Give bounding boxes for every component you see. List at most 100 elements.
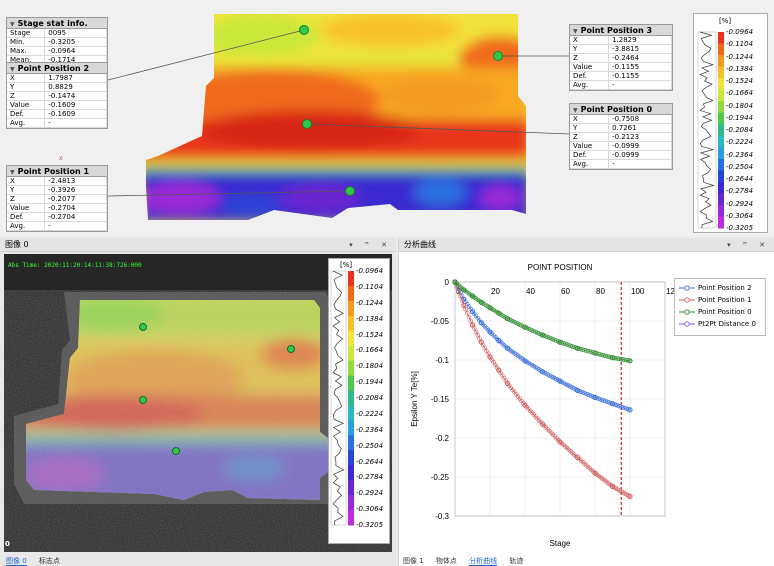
legend-entry[interactable]: Point Position 1 (679, 295, 752, 305)
table-row: Y 0.7261 (570, 123, 672, 133)
chart-title: POINT POSITION (528, 263, 593, 272)
table-row: Value -0.0999 (570, 141, 672, 151)
row-key: Avg. (7, 118, 46, 128)
legend-entry[interactable]: Pt2Pt Distance 0 (679, 319, 756, 329)
table-row: X -0.7508 (570, 115, 672, 124)
row-value: -0.1155 (608, 62, 672, 72)
row-key: Value (7, 203, 46, 213)
window-controls-icon[interactable]: ▾ ꟸ ✕ (727, 238, 770, 252)
row-value: -0.0964 (44, 46, 107, 56)
image-panel-titlebar[interactable]: 图像 0 ▾ ꟸ ✕ (0, 238, 396, 252)
row-key: X (7, 74, 46, 83)
colorbar-label: -0.2504 (726, 162, 754, 171)
y-tick-label: -0.1 (435, 356, 449, 365)
table-row: X 1.2829 (570, 36, 672, 45)
image-index-label: 0 (5, 540, 10, 548)
tab-image-1[interactable]: 图像 1 (403, 557, 424, 565)
y-tick-label: -0.05 (431, 317, 450, 326)
row-value: -0.2704 (44, 212, 107, 222)
window-controls-icon[interactable]: ▾ ꟸ ✕ (349, 238, 392, 252)
series-marker (522, 324, 528, 330)
tab-image-0[interactable]: 图像 0 (6, 557, 27, 566)
legend-entry[interactable]: Point Position 2 (679, 283, 752, 293)
tab-markers[interactable]: 标志点 (39, 557, 60, 565)
colorbar-swatch (718, 101, 724, 114)
row-key: Z (7, 91, 46, 101)
table-row: Y 0.8829 (7, 82, 107, 92)
colorbar-label: -0.3064 (726, 211, 754, 220)
point-position-0-table: X -0.7508 Y 0.7261 Z -0.2123 Value -0.0999 D… (570, 115, 672, 169)
row-value: -0.2704 (44, 203, 107, 213)
collapse-icon[interactable]: ▼ (573, 26, 578, 35)
colorbar-swatch (348, 480, 354, 496)
point-position-3-panel: ▼ Point Position 3 X 1.2829 Y -3.8815 Z -0.2… (569, 24, 673, 91)
collapse-icon[interactable]: ▼ (573, 105, 578, 114)
collapse-icon[interactable]: ▼ (10, 19, 15, 28)
colorbar-swatch (718, 32, 724, 45)
point-position-2-header[interactable]: ▼ Point Position 2 (7, 63, 107, 74)
table-row: Avg. - (570, 80, 672, 90)
legend-swatch-icon (679, 321, 695, 327)
row-key: Stage (7, 29, 46, 38)
row-key: Def. (7, 212, 46, 222)
row-key: X (570, 115, 610, 124)
row-key: Avg. (570, 80, 610, 90)
row-key: Y (570, 44, 610, 54)
table-row: Def. -0.1155 (570, 71, 672, 81)
colorbar-swatch (718, 89, 724, 102)
series-marker (487, 329, 493, 335)
stage-stat-table: Stage 0095 Min. -0.3205 Max. -0.0964 Mean. -… (7, 29, 107, 65)
legend-entry[interactable]: Point Position 0 (679, 307, 752, 317)
legend-label: Point Position 0 (698, 308, 752, 316)
row-key: Value (570, 62, 610, 72)
colorbar-swatch (348, 495, 354, 511)
row-value: -3.8815 (608, 44, 672, 54)
series-marker (539, 332, 546, 338)
tab-object-points[interactable]: 物体点 (436, 557, 457, 565)
row-value: 0095 (44, 29, 107, 38)
row-value: -0.0999 (608, 150, 672, 160)
point-position-3-header[interactable]: ▼ Point Position 3 (570, 25, 672, 36)
series-marker (504, 316, 511, 322)
stage-stat-header[interactable]: ▼ Stage stat info. (7, 18, 107, 29)
colorbar-label: -0.1244 (356, 298, 384, 307)
abs-time-label: Abs Time: 2020:11:20:14:11:38:726:000 (8, 262, 142, 269)
row-key: Avg. (7, 221, 46, 231)
colorbar-swatch (718, 193, 724, 206)
series-marker (461, 302, 467, 309)
collapse-icon[interactable]: ▼ (10, 64, 15, 73)
panel-title: 分析曲线 (404, 240, 436, 249)
colorbar-label: -0.1104 (356, 282, 384, 291)
tab-analysis-curve[interactable]: 分析曲线 (469, 557, 498, 566)
axis-marker: x (59, 155, 63, 162)
row-value: - (608, 80, 672, 90)
point-position-1-header[interactable]: ▼ Point Position 1 (7, 166, 107, 177)
point-position-0-header[interactable]: ▼ Point Position 0 (570, 104, 672, 115)
table-row: Y -0.3926 (7, 185, 107, 195)
top-3d-view[interactable]: x ▼ Stage stat info. Stage 0095 Min. -0.320… (0, 0, 774, 236)
row-value: -0.1155 (608, 71, 672, 81)
stage-stat-panel: ▼ Stage stat info. Stage 0095 Min. -0.3205 … (6, 17, 108, 66)
colorbar-label: -0.0964 (356, 267, 384, 275)
series-marker (592, 470, 598, 476)
row-value: 0.8829 (44, 82, 107, 92)
series-marker (557, 339, 563, 345)
series-marker (478, 299, 484, 305)
colorbar-swatch (718, 158, 724, 171)
table-row: Z -0.2077 (7, 194, 107, 204)
table-row: Avg. - (7, 118, 107, 128)
row-value: -0.1474 (44, 91, 107, 101)
series-marker (504, 345, 511, 351)
colorbar-swatch (718, 170, 724, 183)
analysis-panel-titlebar[interactable]: 分析曲线 ▾ ꟸ ✕ (399, 238, 774, 252)
colorbar-label: -0.2644 (726, 175, 754, 183)
chart-legend: Point Position 2 Point Position 1 Point Po… (674, 278, 766, 336)
tab-trajectory[interactable]: 轨迹 (509, 557, 523, 565)
row-value: -2.4813 (44, 177, 107, 186)
row-value: -0.1609 (44, 109, 107, 119)
table-row: Def. -0.1609 (7, 109, 107, 119)
collapse-icon[interactable]: ▼ (10, 167, 15, 176)
row-key: Value (570, 141, 610, 151)
series-marker (574, 345, 581, 351)
table-row: Value -0.1609 (7, 100, 107, 110)
